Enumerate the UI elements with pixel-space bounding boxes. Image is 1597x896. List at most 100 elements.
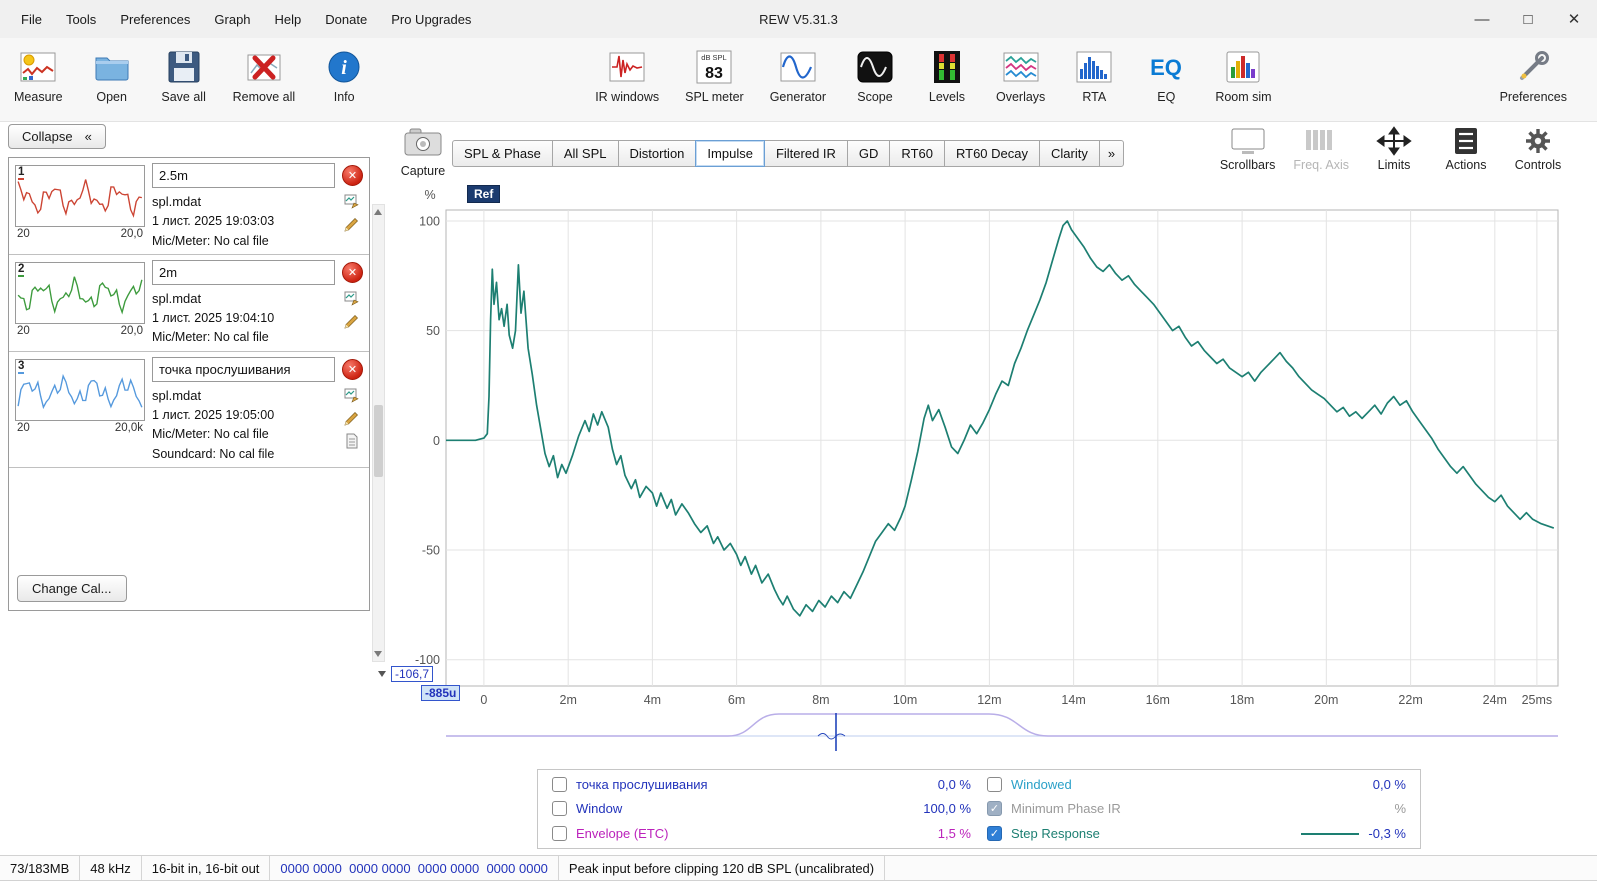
toolbar-label: Open [96, 90, 127, 104]
rta-button[interactable]: RTA [1071, 45, 1117, 104]
tab-clarity[interactable]: Clarity [1039, 140, 1100, 167]
svg-text:12m: 12m [977, 693, 1001, 707]
cursor-y-readout: -106,7 [391, 666, 434, 682]
measurement-thumbnail[interactable]: 1 [15, 165, 145, 227]
legend-checkbox-right-2[interactable]: ✓ [987, 826, 1002, 842]
maximize-button[interactable]: □ [1505, 0, 1551, 38]
tool-label: Limits [1377, 158, 1411, 172]
menu-donate[interactable]: Donate [314, 8, 378, 31]
measurement-thumbnail[interactable]: 2 [15, 261, 145, 324]
open-icon [91, 45, 133, 89]
more-tabs-button[interactable]: » [1098, 140, 1125, 167]
menu-file[interactable]: File [10, 8, 53, 31]
controls-icon [1518, 126, 1558, 156]
collapse-button[interactable]: Collapse « [8, 124, 106, 149]
y-axis-scrollbar[interactable] [372, 204, 385, 662]
measurement-details: spl.mdat 1 лист. 2025 19:04:10 Mic/Meter: … [152, 289, 363, 348]
tab-gd[interactable]: GD [846, 140, 891, 167]
menu-tools[interactable]: Tools [55, 8, 107, 31]
tool-label: Scrollbars [1219, 158, 1276, 172]
toolbar-label: Levels [928, 90, 966, 104]
actions-button[interactable]: Actions [1439, 126, 1493, 172]
step-response-chart[interactable]: 100500-50-1000 2m 4m 6m 8m 10m 12m 14m 16m 18m 20m… [398, 186, 1562, 762]
svg-text:dB SPL: dB SPL [702, 53, 727, 62]
save-all-button[interactable]: Save all [161, 45, 207, 104]
impulse-plot[interactable]: 100 50 0 -50 -100 0 2m 4m 6m 8m 10m 12m 14m 16m 18m 20m… [398, 186, 1562, 762]
legend-row-left-0: точка прослушивания 0,0 % [552, 776, 971, 792]
legend-checkbox-left-1[interactable] [552, 801, 567, 817]
trace-settings-icon[interactable] [344, 387, 360, 403]
freq-axis-button[interactable]: Freq. Axis [1293, 126, 1349, 172]
preferences-button[interactable]: Preferences [1500, 45, 1567, 104]
overlays-button[interactable]: Overlays [996, 45, 1045, 104]
pencil-icon[interactable] [344, 216, 360, 232]
scroll-down-icon[interactable] [374, 651, 382, 657]
tab-distortion[interactable]: Distortion [617, 140, 697, 167]
legend-value: 100,0 % [923, 801, 971, 817]
delete-measurement-button[interactable]: ✕ [342, 261, 363, 283]
scrollbars-button[interactable]: Scrollbars [1219, 126, 1276, 172]
pencil-icon[interactable] [344, 410, 360, 426]
tab-spl-phase[interactable]: SPL & Phase [452, 140, 553, 167]
measurement-name-input[interactable] [152, 163, 335, 188]
menu-preferences[interactable]: Preferences [109, 8, 201, 31]
legend-label: Step Response [1011, 826, 1100, 842]
toolbar-label: Preferences [1499, 90, 1567, 104]
limits-button[interactable]: Limits [1367, 126, 1421, 172]
tab-impulse[interactable]: Impulse [695, 140, 765, 167]
measurement-card-3: 3 20 20,0k ✕ spl.mdat 1 лист. 2025 19:05:00 Mi… [9, 352, 369, 469]
open-button[interactable]: Open [89, 45, 135, 104]
trace-settings-icon[interactable] [344, 290, 360, 306]
measurement-name-input[interactable] [152, 259, 335, 285]
scrollbar-thumb[interactable] [374, 405, 383, 477]
tab-filtered-ir[interactable]: Filtered IR [763, 140, 848, 167]
svg-text:24m: 24m [1483, 693, 1507, 707]
ir-windows-button[interactable]: IR windows [595, 45, 659, 104]
capture-button[interactable]: Capture [397, 126, 449, 178]
measurement-name-row: ✕ [152, 356, 363, 382]
svg-text:6m: 6m [728, 693, 745, 707]
change-cal-button[interactable]: Change Cal... [17, 575, 127, 602]
svg-text:14m: 14m [1061, 693, 1085, 707]
legend-value: % [1394, 801, 1406, 817]
legend-checkbox-right-1[interactable]: ✓ [987, 801, 1002, 817]
tab-rt60-decay[interactable]: RT60 Decay [943, 140, 1040, 167]
measurement-name-input[interactable] [152, 356, 335, 382]
ref-badge: Ref [467, 185, 501, 203]
controls-button[interactable]: Controls [1511, 126, 1565, 172]
toolbar-label: Room sim [1215, 90, 1272, 104]
collapse-chevrons-icon: « [84, 129, 92, 144]
scroll-up-icon[interactable] [374, 209, 382, 215]
delete-measurement-button[interactable]: ✕ [342, 358, 363, 380]
tab-rt60[interactable]: RT60 [889, 140, 945, 167]
toolbar-label: EQ [1157, 90, 1176, 104]
generator-button[interactable]: Generator [770, 45, 826, 104]
document-icon[interactable] [344, 433, 360, 449]
scope-button[interactable]: Scope [852, 45, 898, 104]
pencil-icon[interactable] [344, 313, 360, 329]
menu-graph[interactable]: Graph [203, 8, 261, 31]
close-button[interactable]: ✕ [1551, 0, 1597, 38]
legend-checkbox-left-0[interactable] [552, 776, 567, 792]
measurement-thumb-area: 2 20 20,0 [15, 260, 145, 348]
spl-meter-button[interactable]: dB SPL 83 SPL meter [685, 45, 744, 104]
menu-pro-upgrades[interactable]: Pro Upgrades [380, 8, 482, 31]
trace-settings-icon[interactable] [344, 193, 360, 209]
room-sim-button[interactable]: Room sim [1215, 45, 1272, 104]
svg-text:50: 50 [426, 324, 440, 338]
toolbar-group-center: IR windows dB SPL 83 SPL meter Generator Scop… [595, 45, 1272, 104]
tab-all-spl[interactable]: All SPL [551, 140, 619, 167]
measure-button[interactable]: Measure [14, 45, 63, 104]
delete-measurement-button[interactable]: ✕ [342, 165, 363, 186]
remove-all-button[interactable]: Remove all [233, 45, 295, 104]
levels-button[interactable]: Levels [924, 45, 970, 104]
info-button[interactable]: i Info [321, 45, 367, 104]
legend-checkbox-right-0[interactable] [987, 776, 1002, 792]
measurement-thumbnail[interactable]: 3 [15, 358, 145, 421]
measurement-list: 1 20 20,0 ✕ spl.mdat 1 лист. 2025 19:03:03 Mic… [8, 157, 370, 611]
legend-checkbox-left-2[interactable] [552, 826, 567, 842]
menu-help[interactable]: Help [264, 8, 313, 31]
eq-button[interactable]: EQ EQ [1143, 45, 1189, 104]
legend-value: 0,0 % [1372, 776, 1406, 792]
minimize-button[interactable]: — [1459, 0, 1505, 38]
